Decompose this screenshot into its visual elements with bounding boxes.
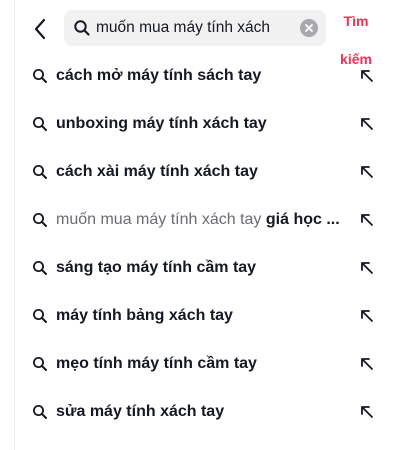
search-icon: [33, 405, 47, 419]
search-icon: [72, 18, 92, 38]
suggestion-completion: sửa máy tính xách tay: [56, 403, 225, 420]
search-icon: [33, 309, 47, 323]
search-icon: [33, 213, 47, 227]
chevron-left-icon: [34, 18, 46, 40]
suggestion-text: mẹo tính máy tính cầm tay: [56, 340, 346, 388]
suggestion-text: sáng tạo máy tính cầm tay: [56, 244, 346, 292]
arrow-up-left-icon[interactable]: [358, 355, 376, 373]
suggestion-completion: mẹo tính máy tính cầm tay: [56, 355, 257, 372]
search-box: [64, 10, 326, 46]
suggestion-completion: giá học ...: [265, 211, 340, 228]
suggestion-completion: unboxing máy tính xách tay: [56, 115, 267, 132]
suggestion-text: unboxing máy tính xách tay: [56, 100, 346, 148]
suggestion-completion: cách mở máy tính sách tay: [56, 67, 262, 84]
clear-icon: [305, 24, 313, 32]
suggestion-text: cách xài máy tính xách tay: [56, 148, 346, 196]
suggestion-item[interactable]: sửa máy tính xách tay: [14, 388, 400, 436]
search-icon: [33, 261, 47, 275]
arrow-up-left-icon[interactable]: [358, 163, 376, 181]
arrow-up-left-icon[interactable]: [358, 307, 376, 325]
search-icon: [33, 117, 47, 131]
suggestion-typed-prefix: muốn mua máy tính xách tay: [56, 211, 266, 228]
search-input[interactable]: [96, 13, 296, 43]
arrow-up-left-icon[interactable]: [358, 403, 376, 421]
suggestion-text: muốn mua máy tính xách tay giá học ...: [56, 196, 346, 244]
suggestion-item[interactable]: mẹo tính máy tính cầm tay: [14, 340, 400, 388]
suggestion-completion: sáng tạo máy tính cầm tay: [56, 259, 257, 276]
suggestion-list: cách mở máy tính sách tay unboxing máy tí…: [14, 52, 400, 436]
suggestion-completion: cách xài máy tính xách tay: [56, 163, 258, 180]
suggestion-item[interactable]: muốn mua máy tính xách tay giá học ...: [14, 196, 400, 244]
search-icon: [33, 357, 47, 371]
suggestion-item[interactable]: unboxing máy tính xách tay: [14, 100, 400, 148]
clear-button[interactable]: [300, 19, 318, 37]
suggestion-text: sửa máy tính xách tay: [56, 388, 346, 436]
arrow-up-left-icon[interactable]: [358, 211, 376, 229]
suggestion-item[interactable]: máy tính bảng xách tay: [14, 292, 400, 340]
suggestion-text: máy tính bảng xách tay: [56, 292, 346, 340]
search-header: Tìm kiếm: [14, 0, 400, 67]
arrow-up-left-icon[interactable]: [358, 115, 376, 133]
left-panel-edge: [0, 0, 15, 450]
search-icon: [33, 69, 47, 83]
arrow-up-left-icon[interactable]: [358, 67, 376, 85]
back-button[interactable]: [28, 14, 52, 44]
suggestion-item[interactable]: cách xài máy tính xách tay: [14, 148, 400, 196]
suggestion-item[interactable]: sáng tạo máy tính cầm tay: [14, 244, 400, 292]
search-icon: [33, 165, 47, 179]
suggestion-item[interactable]: cách mở máy tính sách tay: [14, 52, 400, 100]
suggestion-text: cách mở máy tính sách tay: [56, 52, 346, 100]
suggestion-completion: máy tính bảng xách tay: [56, 307, 233, 324]
arrow-up-left-icon[interactable]: [358, 259, 376, 277]
